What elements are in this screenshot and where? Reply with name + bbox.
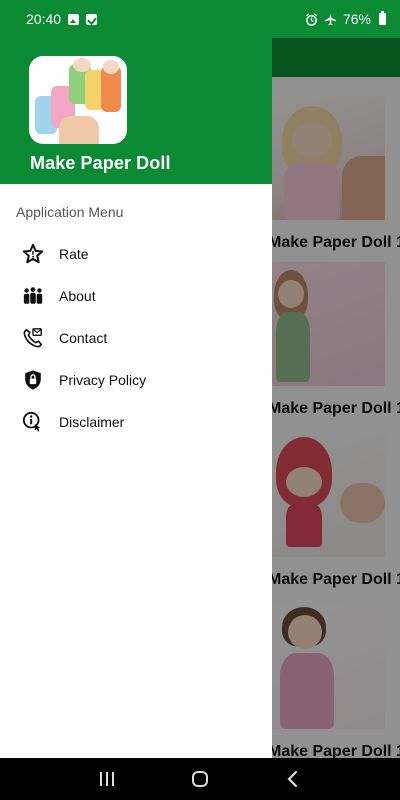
battery-icon	[379, 11, 386, 25]
phone-icon	[22, 327, 44, 349]
status-time: 20:40	[26, 11, 62, 27]
menu-item-rate[interactable]: Rate	[0, 233, 272, 275]
star-icon	[22, 243, 44, 265]
menu-item-about[interactable]: About	[0, 275, 272, 317]
people-icon	[22, 285, 44, 307]
home-icon	[191, 771, 208, 787]
menu-item-label: Disclaimer	[59, 414, 125, 430]
lock-shield-icon	[22, 369, 44, 391]
menu-item-label: Privacy Policy	[59, 372, 147, 388]
recent-apps-icon	[99, 772, 114, 786]
battery-percent: 76%	[342, 11, 371, 27]
recent-apps-button[interactable]	[87, 764, 127, 794]
menu-item-label: About	[59, 288, 96, 304]
status-bar: 20:40 76%	[0, 0, 400, 38]
navigation-drawer: Make Paper Doll Application Menu Rate Ab…	[0, 0, 272, 758]
drawer-menu: Rate About Contact Privacy Policy Discla…	[0, 233, 272, 443]
home-button[interactable]	[180, 764, 220, 794]
system-navigation-bar	[0, 758, 400, 800]
app-name: Make Paper Doll	[30, 153, 171, 173]
menu-item-contact[interactable]: Contact	[0, 317, 272, 359]
menu-item-label: Rate	[59, 246, 89, 262]
image-notification-icon	[68, 13, 80, 25]
menu-item-privacy-policy[interactable]: Privacy Policy	[0, 359, 272, 401]
menu-item-label: Contact	[59, 330, 108, 346]
menu-section-heading: Application Menu	[16, 204, 124, 220]
menu-item-disclaimer[interactable]: Disclaimer	[0, 401, 272, 443]
app-logo	[29, 56, 127, 144]
checkbox-notification-icon	[86, 13, 98, 25]
back-icon	[287, 770, 298, 788]
airplane-mode-icon	[324, 12, 337, 25]
back-button[interactable]	[273, 764, 313, 794]
info-icon	[22, 411, 44, 433]
alarm-icon	[305, 12, 317, 26]
